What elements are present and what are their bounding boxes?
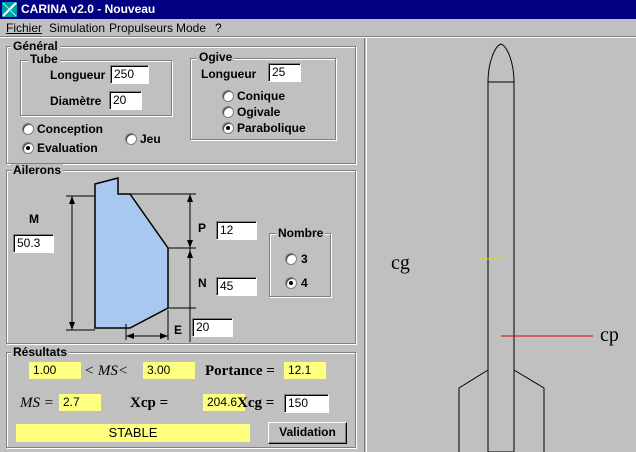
ms-range-label: < MS< — [84, 363, 128, 379]
stability-status: STABLE — [16, 424, 250, 442]
jeu-label: Jeu — [140, 132, 161, 146]
menu-bar: Fichier Simulation Propulseurs Mode ? — [0, 19, 636, 37]
tube-longueur-field[interactable]: 250 — [110, 65, 149, 84]
n-field[interactable]: 45 — [216, 277, 257, 296]
rocket-body — [458, 43, 545, 452]
nombre-4-radio[interactable] — [285, 277, 297, 289]
general-title: Général — [11, 39, 60, 53]
tube-diametre-label: Diamètre — [50, 94, 102, 108]
ogive-longueur-field[interactable]: 25 — [268, 63, 301, 82]
ogive-conique-radio[interactable] — [222, 90, 234, 102]
tube-diametre-field[interactable]: 20 — [109, 91, 142, 110]
app-icon — [2, 2, 17, 17]
e-field[interactable]: 20 — [192, 318, 233, 337]
e-label: E — [174, 323, 183, 337]
menu-help-label: ? — [215, 21, 222, 35]
menu-help[interactable]: ? — [215, 21, 222, 35]
menu-propulseurs[interactable]: Propulseurs — [109, 21, 173, 35]
resultats-title: Résultats — [11, 345, 70, 359]
jeu-radio[interactable] — [125, 133, 137, 145]
xcg-field[interactable]: 150 — [284, 394, 329, 413]
ogive-longueur-label: Longueur — [201, 67, 257, 81]
nombre-group — [269, 233, 331, 297]
m-field[interactable]: 50.3 — [13, 234, 54, 253]
validation-button-label: Validation — [279, 425, 336, 439]
window-title: CARINA v2.0 - Nouveau — [21, 2, 156, 16]
conception-label: Conception — [37, 122, 103, 136]
p-field[interactable]: 12 — [216, 221, 257, 240]
xcg-label: Xcg = — [237, 395, 275, 411]
cg-label: cg — [391, 252, 410, 274]
ailerons-title: Ailerons — [11, 163, 64, 177]
nombre-3-label: 3 — [301, 252, 308, 266]
menu-fichier[interactable]: Fichier — [6, 21, 42, 35]
rocket-view: cg cp — [367, 38, 636, 452]
ogive-title: Ogive — [197, 50, 235, 64]
xcp-label: Xcp = — [130, 395, 169, 411]
menu-fichier-label: Fichier — [6, 21, 43, 35]
evaluation-label: Evaluation — [37, 141, 98, 155]
cp-label: cp — [600, 324, 619, 346]
ms-max-field[interactable]: 3.00 — [143, 362, 195, 379]
ms-min-field[interactable]: 1.00 — [29, 362, 81, 379]
ms-field: 2.7 — [59, 394, 101, 411]
evaluation-radio[interactable] — [22, 142, 34, 154]
menu-simulation-label: Simulation — [49, 21, 106, 35]
menu-mode[interactable]: Mode — [176, 21, 206, 35]
nombre-3-radio[interactable] — [285, 253, 297, 265]
rocket-drawing — [458, 43, 593, 452]
nombre-title: Nombre — [276, 226, 326, 240]
ogive-ogivale-label: Ogivale — [237, 105, 281, 119]
n-label: N — [198, 276, 207, 290]
nombre-4-label: 4 — [301, 276, 308, 290]
portance-field: 12.1 — [284, 362, 326, 379]
ms-label: MS = — [20, 395, 54, 411]
m-label: M — [29, 212, 39, 226]
tube-longueur-label: Longueur — [50, 68, 106, 82]
menu-simulation[interactable]: Simulation — [49, 21, 105, 35]
ogive-parabolique-label: Parabolique — [237, 121, 306, 135]
ogive-conique-label: Conique — [237, 89, 285, 103]
fin-diagram — [66, 177, 196, 342]
menu-propulseurs-label: Propulseurs — [109, 21, 174, 35]
menu-mode-label: Mode — [176, 21, 207, 35]
left-panel: Général Tube Longueur 250 Diamètre 20 Og… — [0, 38, 364, 452]
ogive-ogivale-radio[interactable] — [222, 106, 234, 118]
ogive-parabolique-radio[interactable] — [222, 122, 234, 134]
fin-shape — [94, 177, 169, 329]
p-label: P — [198, 221, 207, 235]
tube-title: Tube — [28, 52, 60, 66]
conception-radio[interactable] — [22, 123, 34, 135]
portance-label: Portance = — [205, 363, 275, 379]
title-bar: CARINA v2.0 - Nouveau — [0, 0, 636, 19]
validation-button[interactable]: Validation — [268, 422, 347, 444]
